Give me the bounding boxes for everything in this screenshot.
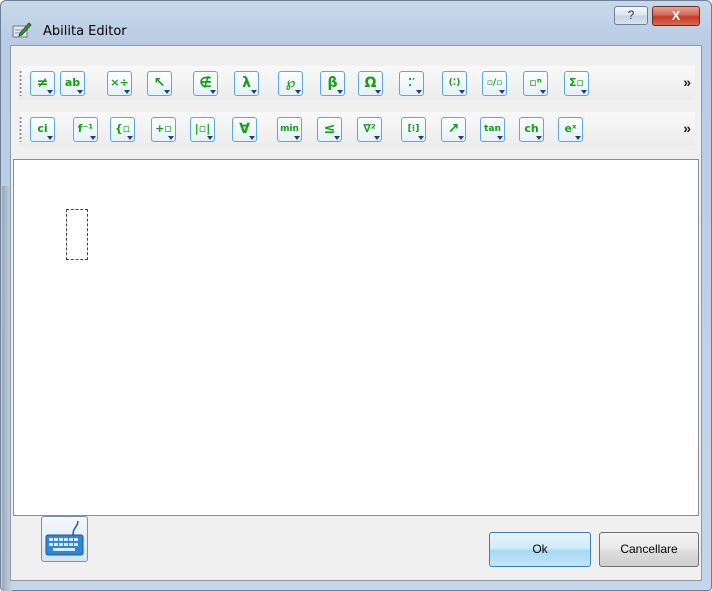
identifier-button[interactable]: ci [30,117,55,142]
not-equal-button[interactable]: ≠ [30,71,55,96]
title-bar[interactable]: Abilita Editor ? X [1,1,711,45]
sum-button[interactable]: Σ▫ [564,71,589,96]
cancel-button[interactable]: Cancellare [599,532,699,567]
script-letters-icon: ℘ [285,75,296,91]
ok-button[interactable]: Ok [489,532,591,567]
piecewise-button[interactable]: {▫ [110,117,135,142]
vector-arrow-button[interactable]: ↗ [441,117,466,142]
superscript-button[interactable]: ▫ⁿ [523,71,548,96]
min-button[interactable]: min [277,117,302,142]
prime-button[interactable]: ⁚′ [399,71,424,96]
lambda-button[interactable]: λ [234,71,259,96]
exponential-button[interactable]: eˣ [558,117,583,142]
parentheses-button[interactable]: (⁚) [442,71,467,96]
for-all-button[interactable]: ∀ [232,117,257,142]
prime-icon: ⁚′ [407,76,416,89]
input-placeholder[interactable] [66,209,88,260]
greek-uppercase-button[interactable]: Ω [358,71,383,96]
toolbar-overflow-chevron-icon[interactable]: » [683,120,691,136]
text-format-button[interactable]: ab [60,71,85,96]
nabla-button[interactable]: ∇² [357,117,382,142]
close-button[interactable]: X [652,6,700,26]
absolute-value-button[interactable]: |▫| [190,117,215,142]
dialog-content: ≠ ab ×÷ ↖ ∉ λ ℘ β Ω ⁚′ (⁚) ▫/▫ ▫ⁿ Σ▫ » c… [10,45,702,581]
virtual-keyboard-button[interactable] [41,516,88,562]
fraction-button[interactable]: ▫/▫ [482,71,507,96]
window-title: Abilita Editor [43,24,127,39]
keyboard-icon [42,520,87,565]
plus-placeholder-button[interactable]: +▫ [151,117,176,142]
toolbar-grip[interactable] [19,116,22,142]
script-letters-button[interactable]: ℘ [278,71,303,96]
trig-button[interactable]: tan [480,117,505,142]
toolbar-overflow-chevron-icon[interactable]: » [683,74,691,90]
pencil-app-icon [12,21,32,39]
arrow-button[interactable]: ↖ [147,71,172,96]
arithmetic-button[interactable]: ×÷ [107,71,132,96]
matrix-button[interactable]: [⁝] [401,117,426,142]
help-button[interactable]: ? [614,6,648,25]
dialog-window: Abilita Editor ? X ≠ ab ×÷ ↖ ∉ λ ℘ β Ω ⁚… [0,0,712,591]
less-equal-button[interactable]: ≤ [317,117,342,142]
lambda-icon: λ [242,75,251,91]
hyperbolic-button[interactable]: ch [519,117,544,142]
formula-editor-area[interactable] [13,159,699,516]
symbol-toolbar-1: ≠ ab ×÷ ↖ ∉ λ ℘ β Ω ⁚′ (⁚) ▫/▫ ▫ⁿ Σ▫ » [19,66,695,100]
toolbar-grip[interactable] [19,70,22,96]
not-element-button[interactable]: ∉ [193,71,218,96]
symbol-toolbar-2: ci f⁻¹ {▫ +▫ |▫| ∀ min ≤ ∇² [⁝] ↗ tan ch… [19,112,695,146]
inverse-function-button[interactable]: f⁻¹ [73,117,98,142]
greek-lowercase-icon: β [327,75,338,91]
greek-lowercase-button[interactable]: β [320,71,345,96]
